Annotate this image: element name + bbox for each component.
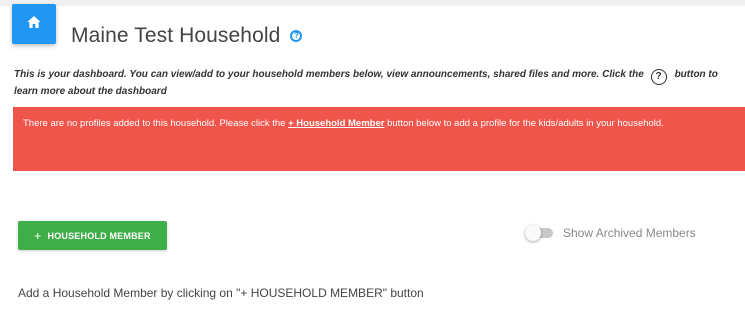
add-button-label: HOUSEHOLD MEMBER xyxy=(47,230,151,241)
dashboard-intro: This is your dashboard. You can view/add… xyxy=(14,68,744,99)
home-icon xyxy=(26,14,42,35)
plus-icon: + xyxy=(34,228,42,243)
toggle-knob[interactable] xyxy=(525,225,541,241)
page-title: Maine Test Household xyxy=(71,24,281,47)
alert-text-end: button below to add a profile for the ki… xyxy=(387,118,664,129)
add-member-hint: Add a Household Member by clicking on "+… xyxy=(18,286,424,300)
toggle-track[interactable] xyxy=(525,225,553,241)
household-member-link[interactable]: + Household Member xyxy=(288,118,384,129)
no-profiles-alert: There are no profiles added to this hous… xyxy=(13,107,745,171)
show-archived-label: Show Archived Members xyxy=(563,226,696,240)
home-button[interactable] xyxy=(12,4,56,44)
top-bar xyxy=(0,0,745,6)
show-archived-toggle[interactable]: Show Archived Members xyxy=(525,225,696,241)
help-circle-icon[interactable]: ? xyxy=(290,30,303,42)
add-household-member-button[interactable]: + HOUSEHOLD MEMBER xyxy=(18,221,167,250)
help-question-icon[interactable]: ? xyxy=(650,69,667,85)
alert-text-start: There are no profiles added to this hous… xyxy=(23,118,286,129)
title-row: Maine Test Household ? xyxy=(71,24,303,48)
intro-text-start: This is your dashboard. You can view/add… xyxy=(14,69,644,80)
